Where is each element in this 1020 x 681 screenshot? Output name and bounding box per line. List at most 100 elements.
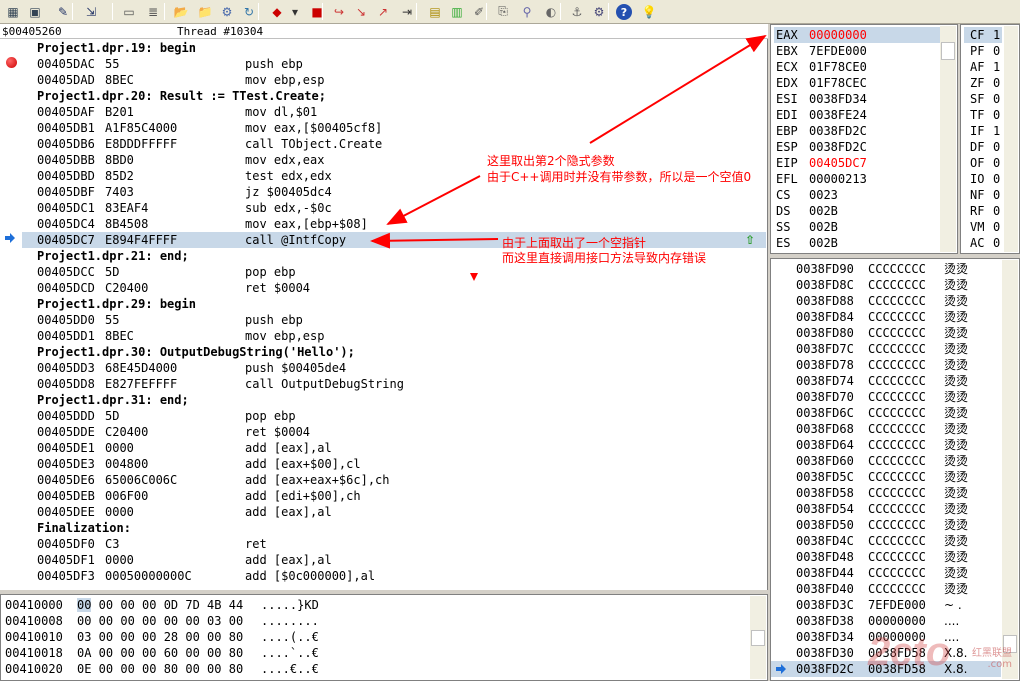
memory-dump-pane[interactable]: 00410000 00 00 00 00 0D 7D 4B 44 .....}KD 0… <box>0 594 768 681</box>
memory-dump-row[interactable]: 00410020 0E 00 00 00 80 00 00 80 ....€..€ <box>5 661 745 677</box>
refresh-icon[interactable]: ↻ <box>240 2 258 21</box>
register-efl[interactable]: EFL 00000213 <box>774 171 940 187</box>
instruction-row[interactable]: 00405DE3 004800 add [eax+$00],cl <box>22 456 766 472</box>
instruction-row[interactable]: 00405DAF B201 mov dl,$01 <box>22 104 766 120</box>
list-icon[interactable]: ≣ <box>144 2 162 21</box>
help-icon[interactable]: ? <box>616 4 632 20</box>
step-into-icon[interactable]: ⇲ <box>82 2 100 21</box>
breakpoint-icon[interactable] <box>6 57 17 68</box>
flag-ac[interactable]: AC 0 <box>964 235 1002 251</box>
instruction-row[interactable]: 00405DEE 0000 add [eax],al <box>22 504 766 520</box>
run-icon[interactable]: ◆ <box>268 2 286 21</box>
flag-rf[interactable]: RF 0 <box>964 203 1002 219</box>
stack-row[interactable]: 0038FD7C CCCCCCCC 烫烫 <box>771 341 1001 357</box>
tip-bulb-icon[interactable]: 💡 <box>640 2 658 21</box>
run-to-cursor-icon[interactable]: ⇥ <box>398 2 416 21</box>
save-folder-icon[interactable]: 📁 <box>196 2 214 21</box>
stack-row[interactable]: 0038FD3C 7EFDE000 ~ . <box>771 597 1001 613</box>
flag-vm[interactable]: VM 0 <box>964 219 1002 235</box>
stack-row[interactable]: 0038FD70 CCCCCCCC 烫烫 <box>771 389 1001 405</box>
memory-dump-row[interactable]: 00410008 00 00 00 00 00 00 03 00........ <box>5 613 745 629</box>
register-ebx[interactable]: EBX 7EFDE000 <box>774 43 940 59</box>
stop-icon[interactable]: ■ <box>308 2 326 21</box>
hook-icon[interactable]: ⚓ <box>568 2 586 21</box>
flag-af[interactable]: AF 1 <box>964 59 1002 75</box>
flag-sf[interactable]: SF 0 <box>964 91 1002 107</box>
flag-tf[interactable]: TF 0 <box>964 107 1002 123</box>
register-eip[interactable]: EIP 00405DC7 <box>774 155 940 171</box>
instruction-row[interactable]: 00405DD1 8BEC mov ebp,esp <box>22 328 766 344</box>
cpu-window-icon[interactable]: ▣ <box>26 2 44 21</box>
open-folder-icon[interactable]: 📂 <box>172 2 190 21</box>
module-window-icon[interactable]: ▦ <box>4 2 22 21</box>
attach-icon[interactable]: ⚲ <box>518 2 536 21</box>
source-line[interactable]: Project1.dpr.19: begin <box>22 40 766 56</box>
flag-cf[interactable]: CF 1 <box>964 27 1002 43</box>
instruction-row[interactable]: 00405DDE C20400 ret $0004 <box>22 424 766 440</box>
memory-dump-row[interactable]: 00410010 03 00 00 00 28 00 00 80 ....(..€ <box>5 629 745 645</box>
source-line[interactable]: Project1.dpr.31: end; <box>22 392 766 408</box>
instruction-row[interactable]: 00405DD3 68E45D4000 push $00405de4 <box>22 360 766 376</box>
stack-row[interactable]: 0038FD6C CCCCCCCC 烫烫 <box>771 405 1001 421</box>
instruction-row[interactable]: 00405DBB 8BD0 mov edx,eax <box>22 152 766 168</box>
stack-row[interactable]: 0038FD38 00000000.... <box>771 613 1001 629</box>
stack-scrollbar[interactable] <box>1002 260 1018 679</box>
instruction-row[interactable]: 00405DCC 5D pop ebp <box>22 264 766 280</box>
palette-icon[interactable]: ◐ <box>542 2 560 21</box>
new-file-icon[interactable]: ✎ <box>54 2 72 21</box>
stack-row[interactable]: 0038FD60 CCCCCCCC 烫烫 <box>771 453 1001 469</box>
stack-row[interactable]: 0038FD64 CCCCCCCC 烫烫 <box>771 437 1001 453</box>
find-icon[interactable]: ⚙ <box>218 2 236 21</box>
flag-pf[interactable]: PF 0 <box>964 43 1002 59</box>
stack-row[interactable]: 0038FD58 CCCCCCCC 烫烫 <box>771 485 1001 501</box>
instruction-row[interactable]: 00405DB6 E8DDDFFFFF call TObject.Create <box>22 136 766 152</box>
register-cs[interactable]: CS 0023 <box>774 187 940 203</box>
step-out-icon[interactable]: ↗ <box>374 2 392 21</box>
source-line[interactable]: Project1.dpr.30: OutputDebugString('Hell… <box>22 344 766 360</box>
instruction-row[interactable]: 00405DD8 E827FEFFFF call OutputDebugString <box>22 376 766 392</box>
register-esi[interactable]: ESI 0038FD34 <box>774 91 940 107</box>
register-es[interactable]: ES 002B <box>774 235 940 251</box>
instruction-row[interactable]: 00405DD0 55 push ebp <box>22 312 766 328</box>
flag-nf[interactable]: NF 0 <box>964 187 1002 203</box>
settings-gear-icon[interactable]: ⚙ <box>590 2 608 21</box>
instruction-row[interactable]: 00405DF3 00050000000C add [$0c000000],al <box>22 568 766 584</box>
instruction-row[interactable]: 00405DC1 83EAF4 sub edx,-$0c <box>22 200 766 216</box>
current-instruction-row[interactable]: 00405DC7 E894F4FFFF call @IntfCopy ⇧ <box>22 232 766 248</box>
stack-row[interactable]: 0038FD40 CCCCCCCC 烫烫 <box>771 581 1001 597</box>
register-edx[interactable]: EDX 01F78CEC <box>774 75 940 91</box>
flag-df[interactable]: DF 0 <box>964 139 1002 155</box>
stack-row[interactable]: 0038FD90 CCCCCCCC 烫烫 <box>771 261 1001 277</box>
window-icon[interactable]: ▭ <box>120 2 138 21</box>
stack-row[interactable]: 0038FD4C CCCCCCCC 烫烫 <box>771 533 1001 549</box>
register-ecx[interactable]: ECX 01F78CE0 <box>774 59 940 75</box>
instruction-row[interactable]: 00405DE1 0000 add [eax],al <box>22 440 766 456</box>
stack-row[interactable]: 0038FD84 CCCCCCCC 烫烫 <box>771 309 1001 325</box>
stack-row[interactable]: 0038FD48 CCCCCCCC 烫烫 <box>771 549 1001 565</box>
stack-row[interactable]: 0038FD50 CCCCCCCC 烫烫 <box>771 517 1001 533</box>
stack-row[interactable]: 0038FD68 CCCCCCCC 烫烫 <box>771 421 1001 437</box>
flags-scrollbar[interactable] <box>1004 26 1018 252</box>
instruction-row[interactable]: 00405DAD 8BEC mov ebp,esp <box>22 72 766 88</box>
instruction-row[interactable]: 00405DBF 7403 jz $00405dc4 <box>22 184 766 200</box>
instruction-row[interactable]: 00405DB1 A1F85C4000 mov eax,[$00405cf8] <box>22 120 766 136</box>
instruction-row[interactable]: 00405DAC 55 push ebp <box>22 56 766 72</box>
memory-dump-scroll-thumb[interactable] <box>751 630 765 646</box>
stack-row[interactable]: 0038FD88 CCCCCCCC 烫烫 <box>771 293 1001 309</box>
instruction-row[interactable]: 00405DC4 8B4508 mov eax,[ebp+$08] <box>22 216 766 232</box>
dropdown-icon[interactable]: ▾ <box>290 2 300 21</box>
memory-dump-scrollbar[interactable] <box>750 596 766 679</box>
stack-row[interactable]: 0038FD8C CCCCCCCC 烫烫 <box>771 277 1001 293</box>
register-edi[interactable]: EDI 0038FE24 <box>774 107 940 123</box>
register-ds[interactable]: DS 002B <box>774 203 940 219</box>
stack-row[interactable]: 0038FD54 CCCCCCCC 烫烫 <box>771 501 1001 517</box>
breakpoint-gutter[interactable] <box>0 39 20 590</box>
registers-scrollbar[interactable] <box>940 26 956 252</box>
source-line[interactable]: Project1.dpr.20: Result := TTest.Create; <box>22 88 766 104</box>
memory-dump-row[interactable]: 00410000 00 00 00 00 0D 7D 4B 44 .....}KD <box>5 597 745 613</box>
dump-first-byte[interactable]: 00 <box>77 598 92 612</box>
flag-io[interactable]: IO 0 <box>964 171 1002 187</box>
flag-of[interactable]: OF 0 <box>964 155 1002 171</box>
register-eax[interactable]: EAX 00000000 <box>774 27 940 43</box>
flag-if[interactable]: IF 1 <box>964 123 1002 139</box>
